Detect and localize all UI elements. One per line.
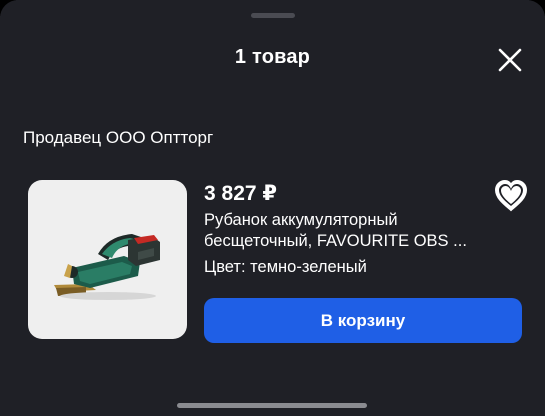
product-name[interactable]: Рубанок аккумуляторный бесщеточный, FAVO… <box>204 210 504 252</box>
product-price: 3 827 ₽ <box>204 182 277 205</box>
favorite-button[interactable] <box>492 178 530 214</box>
sheet-grabber[interactable] <box>251 13 295 18</box>
corner-right <box>523 0 545 22</box>
sheet-title: 1 товар <box>234 46 311 68</box>
cart-sheet: 1 товар Продавец ООО Оптторг 3 827 ₽ Руб… <box>0 0 545 416</box>
heart-icon <box>494 179 528 212</box>
cordless-planer-image <box>54 234 160 300</box>
product-color: Цвет: темно-зеленый <box>204 258 367 276</box>
product-name-line1: Рубанок аккумуляторный <box>204 211 398 229</box>
close-button[interactable] <box>494 44 526 76</box>
product-name-line2: бесщеточный, FAVOURITE OBS ... <box>204 232 467 250</box>
product-image[interactable] <box>28 180 187 339</box>
corner-left <box>0 0 22 22</box>
close-icon <box>498 48 522 72</box>
add-to-cart-button[interactable]: В корзину <box>204 298 522 343</box>
home-indicator <box>177 403 367 408</box>
seller-name: Продавец ООО Оптторг <box>23 128 214 147</box>
